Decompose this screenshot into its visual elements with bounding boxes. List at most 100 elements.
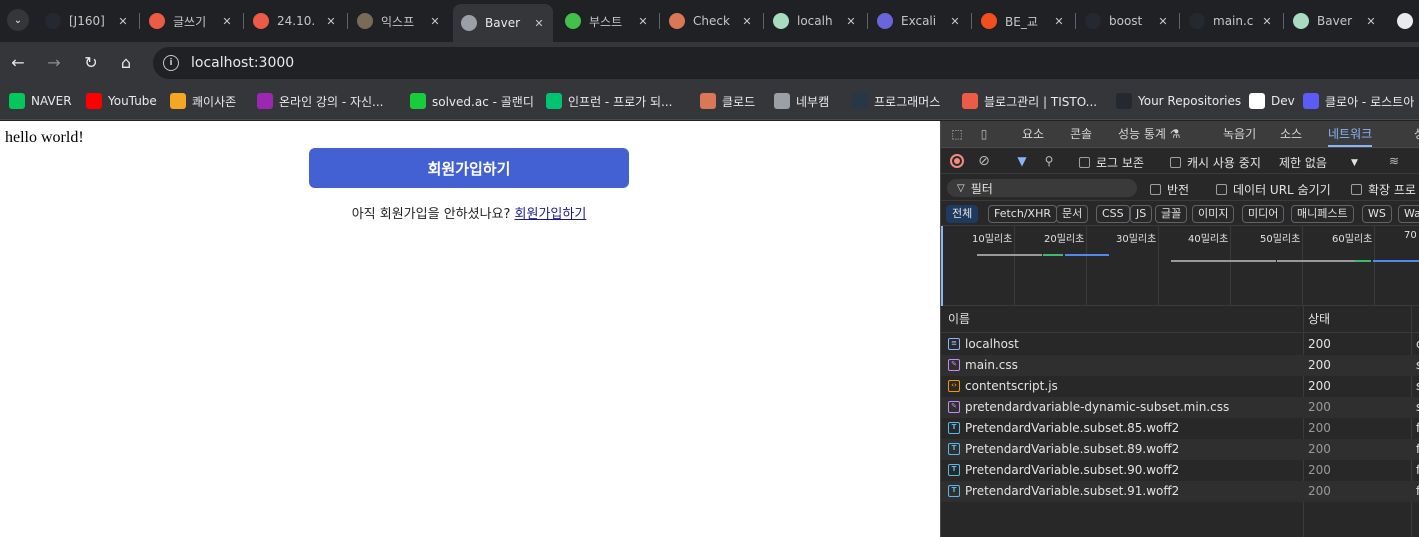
back-arrow-icon[interactable]: ←	[7, 51, 29, 73]
address-bar[interactable]: i localhost:3000	[153, 47, 1419, 79]
github-icon	[1116, 93, 1132, 109]
browser-tab[interactable]: localh ✕	[765, 6, 865, 36]
close-tab-icon[interactable]: ✕	[947, 15, 963, 28]
browser-tab[interactable]: 글쓰기 ✕	[141, 6, 241, 36]
browser-tab[interactable]: 24.10. ✕	[245, 6, 345, 36]
close-tab-icon[interactable]: ✕	[531, 17, 547, 30]
request-row[interactable]: ✎main.css200s	[941, 355, 1419, 376]
timeline-selection-handle[interactable]	[941, 226, 943, 306]
request-table-header: 이름 상태	[941, 306, 1419, 333]
openai-icon	[1249, 93, 1265, 109]
close-tab-icon[interactable]: ✕	[843, 15, 859, 28]
forward-arrow-icon[interactable]: →	[43, 51, 65, 73]
browser-tab[interactable]: Check ✕	[661, 6, 761, 36]
bookmark-item[interactable]: Dev	[1249, 91, 1295, 111]
devtools-tab[interactable]: 콘솔	[1070, 121, 1092, 147]
clear-icon[interactable]: ⊘	[976, 153, 992, 169]
bookmark-item[interactable]: 인프런 - 프로가 되...	[546, 91, 673, 111]
font-icon: T	[948, 485, 960, 497]
resource-type-chip[interactable]: Fetch/XHR	[988, 205, 1057, 223]
page-viewport: hello world! 회원가입하기 아직 회원가입을 안하셨나요? 회원가입…	[0, 121, 940, 537]
request-row[interactable]: ✎ pretendardvariable-dynamic-subset.min.c…	[941, 397, 1419, 418]
resource-type-chip[interactable]: CSS	[1096, 205, 1130, 223]
request-row[interactable]: ≡localhost200d	[941, 334, 1419, 355]
browser-tab[interactable]: 익스프 ✕	[349, 6, 449, 36]
filter-icon[interactable]: ▼	[1014, 153, 1030, 169]
home-icon[interactable]: ⌂	[115, 51, 137, 73]
extension-checkbox[interactable]: 확장 프로	[1351, 181, 1416, 198]
resource-type-chip[interactable]: 글꼴	[1155, 205, 1188, 223]
invert-checkbox[interactable]: 반전	[1150, 181, 1189, 198]
devtools-tab[interactable]: 성	[1414, 121, 1419, 147]
devtools-tab[interactable]: 요소	[1022, 121, 1044, 147]
browser-tab[interactable]: Baver ✕	[1285, 6, 1385, 36]
request-status: 200	[1308, 484, 1331, 498]
device-toolbar-icon[interactable]: ▯	[976, 126, 992, 142]
request-row[interactable]: ‹›contentscript.js200s	[941, 376, 1419, 397]
close-tab-icon[interactable]: ✕	[635, 15, 651, 28]
throttle-select[interactable]: 제한 없음 ▼	[1279, 154, 1358, 171]
resource-type-chip[interactable]: 전체	[946, 205, 979, 223]
record-icon[interactable]	[950, 154, 964, 168]
disable-cache-checkbox[interactable]: 캐시 사용 중지	[1170, 154, 1261, 171]
reload-icon[interactable]: ↻	[80, 51, 102, 73]
bookmark-item[interactable]: Your Repositories	[1116, 91, 1241, 111]
search-icon[interactable]: ⚲	[1041, 153, 1057, 169]
resource-type-chip[interactable]: JS	[1130, 205, 1153, 223]
bookmark-item[interactable]: 쾌이사존	[170, 91, 236, 111]
close-tab-icon[interactable]: ✕	[323, 15, 339, 28]
preserve-log-checkbox[interactable]: 로그 보존	[1079, 154, 1144, 171]
signup-button[interactable]: 회원가입하기	[309, 148, 629, 188]
tab-search-dropdown-icon[interactable]: ⌄	[7, 9, 29, 31]
name-column-header[interactable]: 이름	[948, 306, 970, 333]
inspect-element-icon[interactable]: ⬚	[949, 126, 965, 142]
bookmark-item[interactable]: solved.ac - 골랜디	[410, 91, 534, 111]
browser-tab[interactable]: [J160] ✕	[37, 6, 137, 36]
browser-tab[interactable]: boost ✕	[1077, 6, 1177, 36]
resource-type-chip[interactable]: 문서	[1056, 205, 1089, 223]
filter-input[interactable]: ▽ 필터	[947, 179, 1137, 197]
request-row[interactable]: T PretendardVariable.subset.85.woff2 200 f	[941, 418, 1419, 439]
browser-tab[interactable]: 부스트 ✕	[557, 6, 657, 36]
request-status: 200	[1308, 358, 1331, 372]
close-tab-icon[interactable]: ✕	[427, 15, 443, 28]
bookmark-item[interactable]: 클로아 - 로스트아	[1303, 91, 1414, 111]
address-url[interactable]: localhost:3000	[191, 55, 294, 71]
browser-tab[interactable]: Excali ✕	[869, 6, 969, 36]
devtools-tab[interactable]: 성능 통계 ⚗	[1118, 121, 1181, 147]
request-row[interactable]: T PretendardVariable.subset.89.woff2 200 f	[941, 439, 1419, 460]
devtools-tab[interactable]: 소스	[1280, 121, 1302, 147]
bookmark-item[interactable]: YouTube	[86, 91, 157, 111]
hide-data-urls-checkbox[interactable]: 데이터 URL 숨기기	[1216, 181, 1331, 198]
browser-tab[interactable]: main.c ✕	[1181, 6, 1281, 36]
resource-type-chip[interactable]: WS	[1362, 205, 1392, 223]
close-tab-icon[interactable]: ✕	[219, 15, 235, 28]
bookmark-item[interactable]: 블로그관리 | TISTO...	[962, 91, 1097, 111]
request-row[interactable]: T PretendardVariable.subset.90.woff2 200 f	[941, 460, 1419, 481]
bookmark-item[interactable]: 프로그래머스	[852, 91, 940, 111]
close-tab-icon[interactable]: ✕	[739, 15, 755, 28]
resource-type-chip[interactable]: 미디어	[1242, 205, 1285, 223]
resource-type-chip[interactable]: 이미지	[1192, 205, 1235, 223]
close-tab-icon[interactable]: ✕	[1051, 15, 1067, 28]
bookmark-item[interactable]: 온라인 강의 - 자신...	[257, 91, 384, 111]
devtools-tab[interactable]: 녹음기	[1223, 121, 1256, 147]
github-tab-partial[interactable]	[1389, 6, 1419, 36]
browser-tab[interactable]: BE_교 ✕	[973, 6, 1073, 36]
devtools-tab[interactable]: 네트워크	[1328, 121, 1373, 147]
bookmark-item[interactable]: 네부캠	[774, 91, 829, 111]
signup-link[interactable]: 회원가입하기	[515, 207, 587, 222]
network-conditions-icon[interactable]: ≋	[1386, 153, 1402, 169]
bookmark-item[interactable]: 클로드	[700, 91, 755, 111]
site-info-icon[interactable]: i	[163, 55, 179, 71]
close-tab-icon[interactable]: ✕	[1259, 15, 1275, 28]
resource-type-chip[interactable]: Was	[1398, 205, 1419, 223]
browser-tab[interactable]: Baver ✕	[453, 4, 553, 42]
close-tab-icon[interactable]: ✕	[115, 15, 131, 28]
resource-type-chip[interactable]: 매니페스트	[1291, 205, 1354, 223]
status-column-header[interactable]: 상태	[1308, 306, 1330, 333]
bookmark-item[interactable]: NAVER	[9, 91, 72, 111]
request-row[interactable]: T PretendardVariable.subset.91.woff2 200 f	[941, 481, 1419, 502]
close-tab-icon[interactable]: ✕	[1363, 15, 1379, 28]
close-tab-icon[interactable]: ✕	[1155, 15, 1171, 28]
